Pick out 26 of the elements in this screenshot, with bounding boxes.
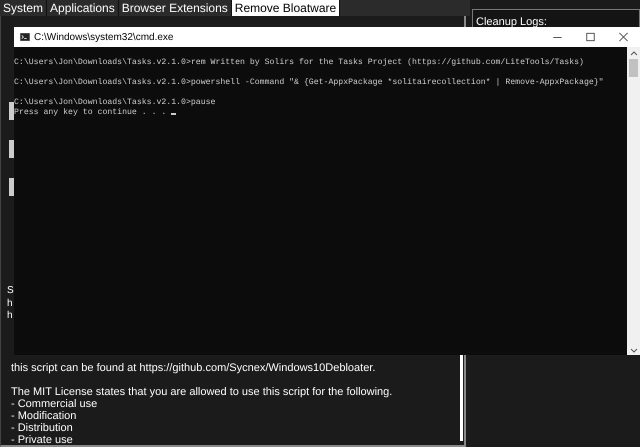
panel-title: Cleanup Logs: (476, 16, 547, 28)
text-line: this script can be found at https://github.com/Sycnex/Windows10Debloater. (11, 362, 376, 374)
control-edge[interactable] (9, 140, 14, 158)
tab[interactable]: Browser Extensions (118, 0, 232, 16)
console-icon (20, 33, 30, 41)
text-fragment: S (7, 285, 14, 298)
text-fragment: h (7, 298, 14, 310)
text-line: - Commercial use (11, 398, 98, 410)
scroll-down-icon[interactable] (628, 347, 638, 355)
control-edge[interactable] (9, 178, 14, 196)
text-line: - Distribution (11, 422, 74, 434)
command-line: C:\Users\Jon\Downloads\Tasks.v2.1.0>rem Written by Solirs for the Tasks Project (https://github.com/LiteTools/Tasks) (14, 58, 584, 67)
command-line: C:\Users\Jon\Downloads\Tasks.v2.1.0>pause (14, 98, 216, 107)
tab[interactable]: Applications (47, 0, 119, 16)
control-edge[interactable] (9, 102, 14, 120)
window-title: C:\Windows\system32\cmd.exe (34, 32, 174, 42)
text-line: - Modification (11, 410, 78, 422)
tab[interactable]: Remove Bloatware (232, 0, 340, 16)
text-fragment: h (7, 310, 14, 322)
output-line: Press any key to continue . . . (14, 108, 166, 117)
text-line: - Private use (11, 434, 74, 445)
text-line: The MIT License states that you are allowed to use this script for the following. (11, 386, 392, 398)
command-line: C:\Users\Jon\Downloads\Tasks.v2.1.0>powershell -Command "& {Get-AppxPackage *solitairecollection* | Remove-AppxPackage}" (14, 78, 604, 87)
scrollbar[interactable] (627, 47, 640, 355)
scrollbar-thumb[interactable] (629, 59, 638, 77)
scroll-up-icon[interactable] (628, 49, 638, 57)
